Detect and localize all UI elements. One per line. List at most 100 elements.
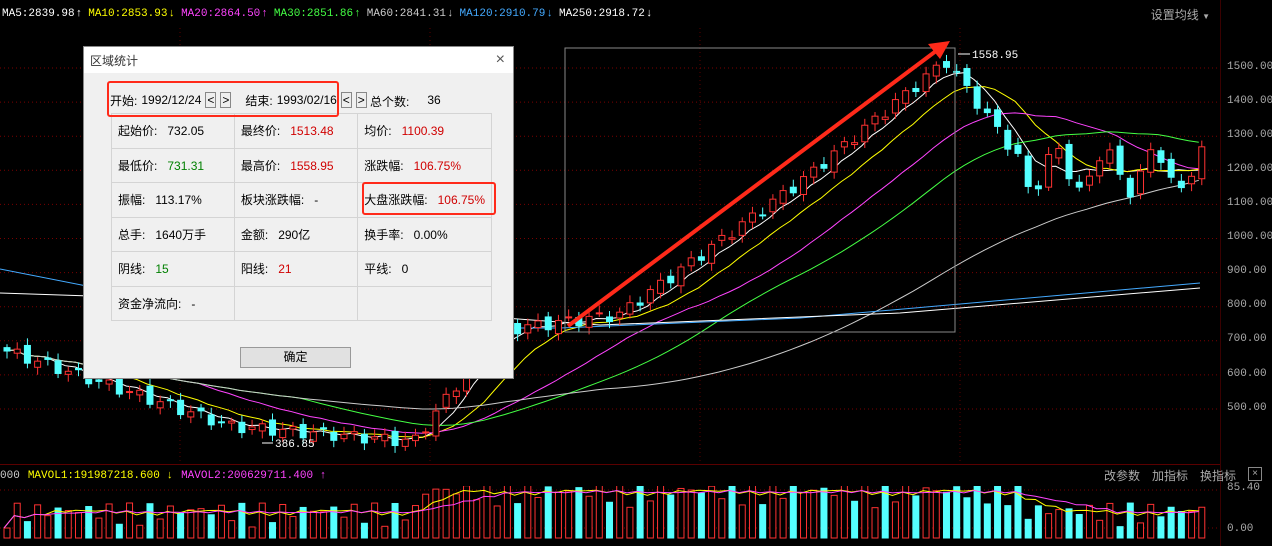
candle-up xyxy=(616,311,624,319)
stat-value: 732.05 xyxy=(167,124,205,139)
volume-chart[interactable] xyxy=(0,486,1220,546)
candle-down xyxy=(197,407,205,412)
ok-button[interactable]: 确定 xyxy=(240,347,351,368)
volume-bar-up xyxy=(891,501,899,539)
volume-bar-down xyxy=(963,497,971,539)
candle-up xyxy=(922,73,930,93)
set-ma-button[interactable]: 设置均线 ▼ xyxy=(1151,6,1210,23)
price-tick-label: 600.00 xyxy=(1227,368,1267,380)
stat-label: 总手: xyxy=(118,227,146,242)
volume-bar-up xyxy=(401,519,409,539)
volume-bar-down xyxy=(514,503,522,539)
volume-bar-down xyxy=(606,501,613,539)
volume-bar-up xyxy=(871,507,879,539)
volume-bar-down xyxy=(54,507,62,539)
stat-label: 起始价: xyxy=(118,124,158,139)
candle-up xyxy=(891,99,899,114)
candle-up xyxy=(861,124,869,143)
stat-cell: 振幅: 113.17% xyxy=(111,182,235,218)
volume-bar-up xyxy=(483,486,491,539)
volume-bar-up xyxy=(718,498,726,539)
candle-down xyxy=(1167,158,1175,178)
volume-bar-up xyxy=(432,488,440,539)
end-next-button[interactable]: > xyxy=(355,92,367,108)
candle-down xyxy=(166,399,174,402)
stat-label: 均价: xyxy=(364,124,392,139)
switch-indicator-button[interactable]: 换指标 xyxy=(1200,467,1236,484)
stat-label: 金额: xyxy=(240,227,269,242)
ma-item: MA120:2910.79 xyxy=(460,8,553,20)
edit-params-button[interactable]: 改参数 xyxy=(1104,467,1140,484)
candle-down xyxy=(667,275,675,284)
candle-up xyxy=(381,433,389,442)
candle-down xyxy=(1116,145,1124,175)
arrow-up-icon xyxy=(261,8,268,20)
volume-bar-up xyxy=(1055,509,1063,539)
candle-up xyxy=(13,348,21,354)
candle-down xyxy=(912,87,920,93)
candle-down xyxy=(217,421,225,424)
price-tick-label: 1500.00 xyxy=(1227,61,1272,73)
candle-down xyxy=(789,186,797,194)
candle-up xyxy=(687,257,695,267)
volume-bar-down xyxy=(942,491,950,539)
total-count: 总个数: 36 xyxy=(370,93,441,110)
candle-up xyxy=(534,320,542,329)
candle-up xyxy=(136,389,144,396)
candle-up xyxy=(1198,146,1206,180)
stat-label: 最低价: xyxy=(118,158,158,173)
candle-up xyxy=(350,431,358,435)
volume-bar-down xyxy=(789,486,797,539)
stat-label: 阴线: xyxy=(118,262,146,277)
add-indicator-button[interactable]: 加指标 xyxy=(1152,467,1188,484)
candle-down xyxy=(269,419,277,436)
close-icon[interactable]: × xyxy=(496,51,505,69)
volume-bar-up xyxy=(279,503,287,539)
mavol2-label: MAVOL2:200629711.400 xyxy=(181,470,326,482)
candle-down xyxy=(207,414,215,426)
stat-cell: 资金净流向: - xyxy=(111,285,235,321)
stat-label: 最终价: xyxy=(240,124,281,139)
volume-bar-up xyxy=(646,500,654,539)
candle-up xyxy=(1147,149,1155,173)
candle-down xyxy=(994,109,1002,127)
volume-bar-down xyxy=(1024,518,1032,539)
volume-bar-up xyxy=(932,490,940,539)
stat-cell: 最终价: 1513.48 xyxy=(233,113,359,149)
candle-up xyxy=(851,142,859,146)
stat-cell xyxy=(233,285,359,321)
candle-up xyxy=(1096,160,1104,177)
volume-bar-down xyxy=(207,514,215,539)
volume-bar-up xyxy=(565,490,573,539)
volume-bar-up xyxy=(74,512,82,539)
stats-table: 起始价: 732.05 最终价: 1513.48 均价: 1100.39 最低价: 731.3… xyxy=(111,113,492,321)
candle-up xyxy=(902,90,910,104)
stat-value: - xyxy=(191,296,196,311)
volume-bar-up xyxy=(197,508,205,539)
candle-up xyxy=(708,243,716,264)
volume-bar-down xyxy=(23,521,31,539)
stat-value: 1100.39 xyxy=(401,124,445,139)
volume-bar-down xyxy=(1065,508,1073,539)
candle-up xyxy=(258,423,266,432)
volume-bar-down xyxy=(269,522,277,539)
candle-up xyxy=(34,360,42,368)
volume-bar-up xyxy=(1096,519,1104,539)
candle-up xyxy=(248,426,256,431)
arrow-down-icon xyxy=(646,8,653,20)
volume-bar-down xyxy=(544,486,552,539)
volume-bar-up xyxy=(779,497,787,539)
panel-divider xyxy=(0,464,1220,465)
stat-value: 1558.95 xyxy=(290,158,334,173)
total-value: 36 xyxy=(427,93,441,107)
candle-up xyxy=(1055,148,1063,159)
candle-up xyxy=(279,428,287,439)
candle-up xyxy=(871,115,879,125)
candle-up xyxy=(779,190,787,204)
volume-bar-down xyxy=(238,502,246,539)
volume-bar-up xyxy=(585,495,593,539)
end-prev-button[interactable]: < xyxy=(340,92,352,108)
close-icon[interactable]: × xyxy=(1248,467,1262,481)
candle-up xyxy=(800,176,808,195)
price-tick-label: 700.00 xyxy=(1227,333,1267,345)
